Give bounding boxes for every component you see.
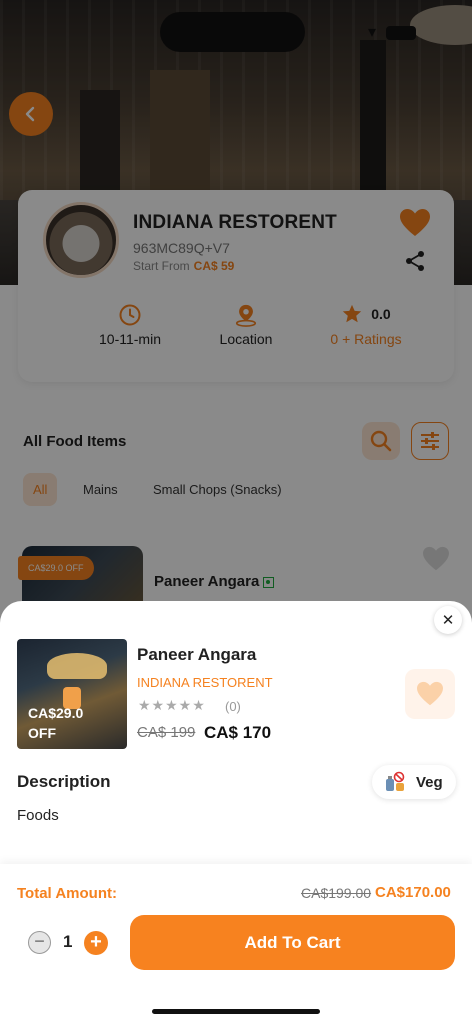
description-text: Foods xyxy=(17,807,59,824)
discount-amount: CA$29.0 xyxy=(28,705,84,721)
image-decor xyxy=(47,653,107,679)
product-restaurant[interactable]: INDIANA RESTORENT xyxy=(137,675,273,690)
total-label: Total Amount: xyxy=(17,885,117,902)
total-new-price: CA$170.00 xyxy=(375,884,451,901)
rating-count: (0) xyxy=(225,699,241,714)
product-name: Paneer Angara xyxy=(137,645,257,664)
quantity-decrease-button[interactable]: − xyxy=(28,931,51,954)
veg-badge: Veg xyxy=(372,765,456,799)
favorite-button[interactable] xyxy=(405,669,455,719)
home-indicator xyxy=(152,1009,320,1014)
add-to-cart-button[interactable]: Add To Cart xyxy=(130,915,455,970)
close-icon: ✕ xyxy=(441,612,455,629)
cart-footer: Total Amount: CA$199.00 CA$170.00 − 1 + … xyxy=(0,864,472,1024)
quantity-value: 1 xyxy=(63,932,73,951)
discount-overlay: CA$29.0 OFF xyxy=(28,703,83,743)
quantity-increase-button[interactable]: + xyxy=(84,931,108,955)
heart-icon xyxy=(417,681,443,706)
close-button[interactable]: ✕ xyxy=(434,606,462,634)
veg-label: Veg xyxy=(416,773,443,791)
new-price: CA$ 170 xyxy=(204,723,272,742)
total-old-price: CA$199.00 xyxy=(301,885,372,901)
product-bottom-sheet: ✕ CA$29.0 OFF Paneer Angara INDIANA REST… xyxy=(0,601,472,1024)
star-rating-icon: ★★★★★ xyxy=(138,697,206,713)
old-price: CA$ 199 xyxy=(137,724,196,741)
product-image: CA$29.0 OFF xyxy=(17,639,127,749)
discount-off: OFF xyxy=(28,725,56,741)
veg-food-icon xyxy=(386,771,405,791)
description-title: Description xyxy=(17,772,111,791)
